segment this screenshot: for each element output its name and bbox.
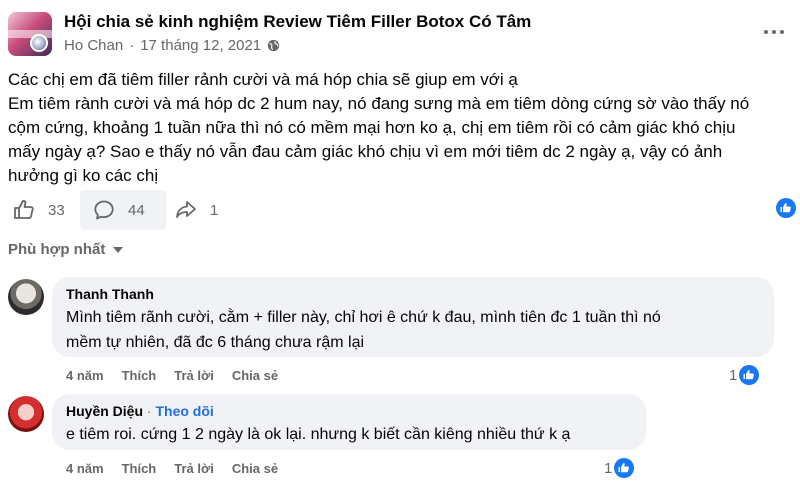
comment-time[interactable]: 4 năm — [66, 461, 104, 476]
comment-sort-dropdown[interactable]: Phù hợp nhất — [8, 241, 124, 258]
comment-reaction-count[interactable]: 1 — [729, 365, 760, 385]
comment-text-line: Mình tiêm rãnh cười, cằm + filler này, c… — [66, 309, 661, 326]
comment-text-line: mềm tự nhiên, đã đc 6 tháng chưa rậm lại — [66, 334, 365, 351]
share-arrow-icon — [176, 201, 196, 218]
like-reaction-icon[interactable] — [776, 198, 796, 218]
more-options-button[interactable] — [760, 18, 788, 46]
post-text-line: cộm cứng, khoảng 1 tuần nữa thì nó có mề… — [8, 118, 736, 137]
comment-text: e tiêm roi. cứng 1 2 ngày là ok lại. như… — [66, 422, 632, 447]
like-reaction-icon — [739, 365, 760, 385]
post-author[interactable]: Ho Chan — [64, 37, 123, 54]
comment-share-button[interactable]: Chia sẻ — [232, 461, 278, 476]
comment-bubble-icon — [94, 200, 114, 220]
comment-time[interactable]: 4 năm — [66, 368, 104, 383]
author-separator: · — [146, 403, 152, 419]
avatar[interactable] — [8, 396, 44, 432]
comment-actions: 4 năm Thích Trả lời Chia sẻ — [66, 368, 296, 383]
comment-author[interactable]: Thanh Thanh — [66, 285, 760, 303]
comment-text-line: e tiêm roi. cứng 1 2 ngày là ok lại. như… — [66, 426, 571, 443]
post-text-line: Em tiêm rành cười và má hóp dc 2 hum nay… — [8, 94, 750, 113]
meta-separator: · — [129, 37, 135, 54]
caret-down-icon — [113, 246, 124, 253]
avatar[interactable] — [8, 279, 44, 315]
reaction-number: 1 — [604, 459, 613, 477]
post-actions: 33 44 1 — [8, 190, 792, 230]
share-count: 1 — [210, 201, 219, 219]
comment-reply-button[interactable]: Trả lời — [174, 368, 214, 383]
post-date[interactable]: 17 tháng 12, 2021 — [140, 37, 261, 54]
comment-author[interactable]: Huyền Diệu — [66, 403, 143, 419]
share-button[interactable]: 1 — [174, 190, 218, 230]
comment-reply-button[interactable]: Trả lời — [174, 461, 214, 476]
comment-reaction-count[interactable]: 1 — [604, 458, 635, 478]
comment-bubble: Huyền Diệu · Theo dõi e tiêm roi. cứng 1… — [52, 394, 646, 450]
comment-count: 44 — [128, 201, 145, 219]
thumbs-up-icon — [14, 200, 34, 219]
group-name[interactable]: Hội chia sẻ kinh nghiệm Review Tiêm Fill… — [64, 12, 531, 32]
post-text-line: mấy ngày ạ? Sao e thấy nó vẫn đau cảm gi… — [8, 142, 723, 161]
globe-icon — [267, 39, 280, 52]
post-meta: Ho Chan · 17 tháng 12, 2021 — [64, 37, 280, 54]
post-header: Hội chia sẻ kinh nghiệm Review Tiêm Fill… — [8, 10, 792, 58]
comment-like-button[interactable]: Thích — [122, 368, 157, 383]
sort-label: Phù hợp nhất — [8, 241, 106, 258]
comment-author-line: Huyền Diệu · Theo dõi — [66, 402, 632, 420]
like-count: 33 — [48, 201, 65, 219]
comment-like-button[interactable]: Thích — [122, 461, 157, 476]
group-avatar[interactable] — [8, 12, 52, 56]
post-text-line: hưởng gì ko các chị — [8, 166, 159, 185]
follow-button[interactable]: Theo dõi — [155, 403, 213, 419]
like-reaction-icon — [614, 458, 635, 478]
comment-text: Mình tiêm rãnh cười, cằm + filler này, c… — [66, 305, 760, 355]
like-button[interactable]: 33 — [12, 190, 65, 230]
comment-bubble: Thanh Thanh Mình tiêm rãnh cười, cằm + f… — [52, 277, 774, 357]
comment-actions: 4 năm Thích Trả lời Chia sẻ — [66, 461, 296, 476]
post-text-line: Các chị em đã tiêm filler rảnh cười và m… — [8, 70, 518, 89]
comment-button[interactable]: 44 — [80, 190, 166, 230]
comment-share-button[interactable]: Chia sẻ — [232, 368, 278, 383]
reaction-number: 1 — [729, 366, 738, 384]
post-text: Các chị em đã tiêm filler rảnh cười và m… — [8, 68, 792, 188]
